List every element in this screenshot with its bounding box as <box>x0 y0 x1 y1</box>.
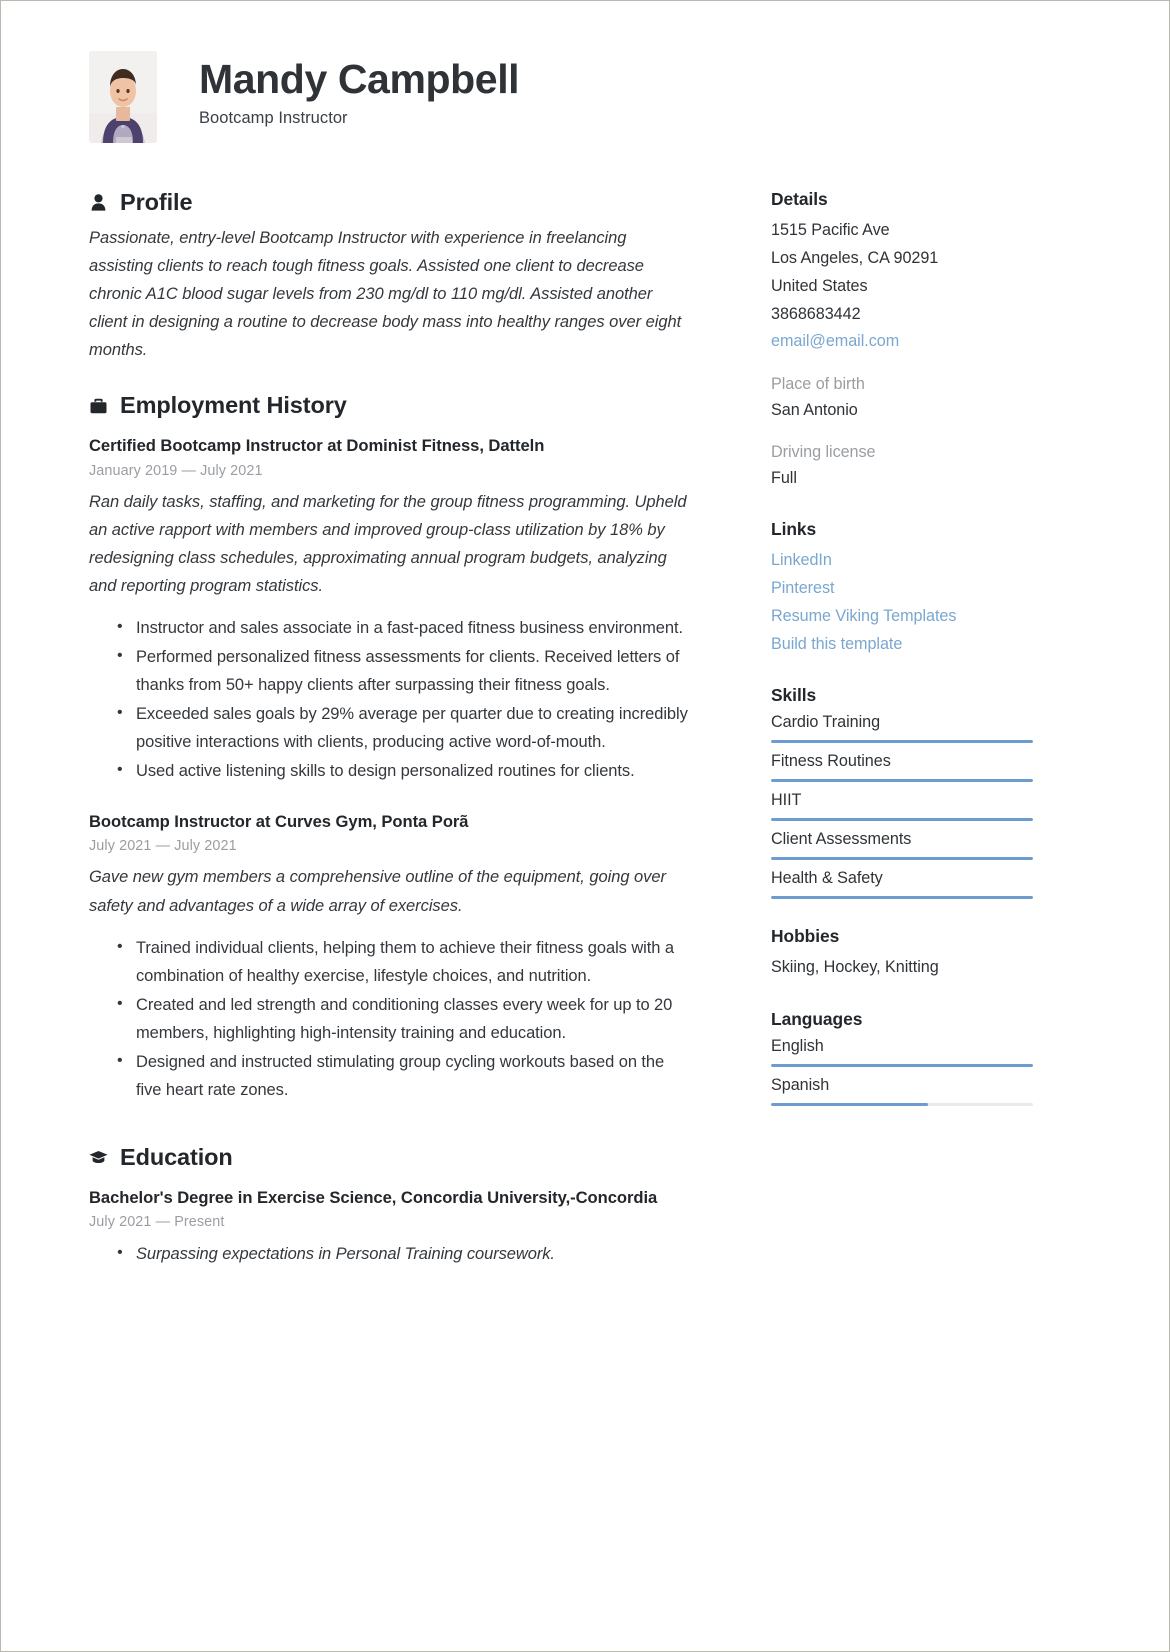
place-of-birth-group: Place of birth San Antonio <box>771 372 1033 424</box>
skill-item: Client Assessments <box>771 830 1033 861</box>
skill-name: HIIT <box>771 791 802 810</box>
skill-bar-track <box>771 740 1033 744</box>
language-name: Spanish <box>771 1076 830 1095</box>
list-item: Instructor and sales associate in a fast… <box>117 613 689 642</box>
skill-item: Cardio Training <box>771 713 1033 744</box>
resume-content: Mandy Campbell Bootcamp Instructor Profi… <box>1 1 1169 1651</box>
list-item: Designed and instructed stimulating grou… <box>117 1047 689 1104</box>
languages-block: Languages English Spanish <box>771 1009 1033 1107</box>
language-bar-track <box>771 1103 1033 1107</box>
entry-date: July 2021 — July 2021 <box>89 838 237 855</box>
country: United States <box>771 276 868 295</box>
language-bar-track <box>771 1064 1033 1068</box>
education-section: Education Bachelor's Degree in Exercise … <box>89 1144 689 1268</box>
list-item: Performed personalized fitness assessmen… <box>117 642 689 699</box>
entry-title: Certified Bootcamp Instructor at Dominis… <box>89 436 545 456</box>
profile-heading-label: Profile <box>120 189 193 215</box>
address-line-1: 1515 Pacific Ave <box>771 221 890 239</box>
address-line-2: Los Angeles, CA 90291 <box>771 248 939 267</box>
employment-entry: Certified Bootcamp Instructor at Dominis… <box>89 435 689 785</box>
entry-bullets: Instructor and sales associate in a fast… <box>89 613 689 785</box>
skill-name: Health & Safety <box>771 869 883 888</box>
list-item: Used active listening skills to design p… <box>117 756 689 785</box>
details-heading: Details <box>771 189 828 209</box>
link-pinterest[interactable]: Pinterest <box>771 575 1033 603</box>
driving-license-label: Driving license <box>771 443 876 462</box>
skill-name: Fitness Routines <box>771 752 891 771</box>
skill-name: Cardio Training <box>771 713 881 732</box>
job-title: Bootcamp Instructor <box>199 108 348 127</box>
hobbies-block: Hobbies Skiing, Hockey, Knitting <box>771 926 1033 982</box>
details-block: Details 1515 Pacific Ave Los Angeles, CA… <box>771 189 1033 492</box>
entry-title: Bootcamp Instructor at Curves Gym, Ponta… <box>89 812 469 832</box>
education-entry: Bachelor's Degree in Exercise Science, C… <box>89 1187 689 1268</box>
skill-item: Health & Safety <box>771 869 1033 900</box>
employment-heading-label: Employment History <box>120 392 347 419</box>
entry-date: July 2021 — Present <box>89 1214 225 1231</box>
employment-heading: Employment History <box>89 392 689 419</box>
language-bar-fill <box>771 1064 1033 1068</box>
skill-bar-fill <box>771 857 1033 861</box>
place-of-birth-label: Place of birth <box>771 375 865 394</box>
skill-item: Fitness Routines <box>771 752 1033 783</box>
resume-header: Mandy Campbell Bootcamp Instructor <box>89 51 1083 143</box>
email-link[interactable]: email@email.com <box>771 328 1033 356</box>
skill-bar-track <box>771 818 1033 822</box>
skill-bar-fill <box>771 818 1033 822</box>
skill-item: HIIT <box>771 791 1033 822</box>
skill-bar-fill <box>771 740 1033 744</box>
link-resume-viking-templates[interactable]: Resume Viking Templates <box>771 603 1033 631</box>
skill-bar-track <box>771 857 1033 861</box>
sidebar-column: Details 1515 Pacific Ave Los Angeles, CA… <box>771 189 1033 1133</box>
profile-section: Profile Passionate, entry-level Bootcamp… <box>89 189 689 364</box>
language-item: English <box>771 1037 1033 1068</box>
skill-bar-fill <box>771 896 1033 900</box>
avatar <box>89 51 157 143</box>
name-block: Mandy Campbell Bootcamp Instructor <box>199 51 520 128</box>
page-title: Mandy Campbell <box>199 56 520 102</box>
employment-entry: Bootcamp Instructor at Curves Gym, Ponta… <box>89 811 689 1104</box>
link-linkedin[interactable]: LinkedIn <box>771 547 1033 575</box>
resume-page: Mandy Campbell Bootcamp Instructor Profi… <box>0 0 1170 1652</box>
person-icon <box>89 192 108 214</box>
entry-bullets: Trained individual clients, helping them… <box>89 933 689 1104</box>
language-name: English <box>771 1037 824 1056</box>
links-heading: Links <box>771 518 817 539</box>
entry-title: Bachelor's Degree in Exercise Science, C… <box>89 1187 658 1207</box>
employment-section: Employment History Certified Bootcamp In… <box>89 392 689 1104</box>
hobbies-heading: Hobbies <box>771 926 840 947</box>
list-item: Surpassing expectations in Personal Trai… <box>117 1239 689 1268</box>
graduation-cap-icon <box>89 1146 108 1168</box>
list-item: Trained individual clients, helping them… <box>117 933 689 990</box>
hobbies-text: Skiing, Hockey, Knitting <box>771 958 939 977</box>
entry-bullets: Surpassing expectations in Personal Trai… <box>89 1239 689 1268</box>
link-build-this-template[interactable]: Build this template <box>771 631 1033 659</box>
list-item: Created and led strength and conditionin… <box>117 990 689 1047</box>
list-item: Exceeded sales goals by 29% average per … <box>117 699 689 756</box>
skill-bar-fill <box>771 779 1033 783</box>
driving-license-value: Full <box>771 469 797 488</box>
entry-description: Gave new gym members a comprehensive out… <box>89 868 666 915</box>
body-columns: Profile Passionate, entry-level Bootcamp… <box>89 189 1083 1296</box>
place-of-birth-value: San Antonio <box>771 401 858 420</box>
skills-block: Skills Cardio Training Fitness Routines <box>771 685 1033 900</box>
profile-heading: Profile <box>89 189 689 216</box>
entry-description: Ran daily tasks, staffing, and marketing… <box>89 492 687 595</box>
languages-heading: Languages <box>771 1009 863 1030</box>
main-column: Profile Passionate, entry-level Bootcamp… <box>89 189 719 1296</box>
links-block: Links LinkedIn Pinterest Resume Viking T… <box>771 519 1033 658</box>
language-bar-fill <box>771 1103 929 1107</box>
language-item: Spanish <box>771 1076 1033 1107</box>
profile-text: Passionate, entry-level Bootcamp Instruc… <box>89 229 682 360</box>
briefcase-icon <box>89 395 108 417</box>
entry-date: January 2019 — July 2021 <box>89 462 263 479</box>
education-heading: Education <box>89 1144 689 1171</box>
driving-license-group: Driving license Full <box>771 440 1033 492</box>
skill-bar-track <box>771 896 1033 900</box>
skills-heading: Skills <box>771 685 817 706</box>
phone: 3868683442 <box>771 304 861 323</box>
skill-name: Client Assessments <box>771 830 912 849</box>
skill-bar-track <box>771 779 1033 783</box>
education-heading-label: Education <box>120 1143 233 1170</box>
